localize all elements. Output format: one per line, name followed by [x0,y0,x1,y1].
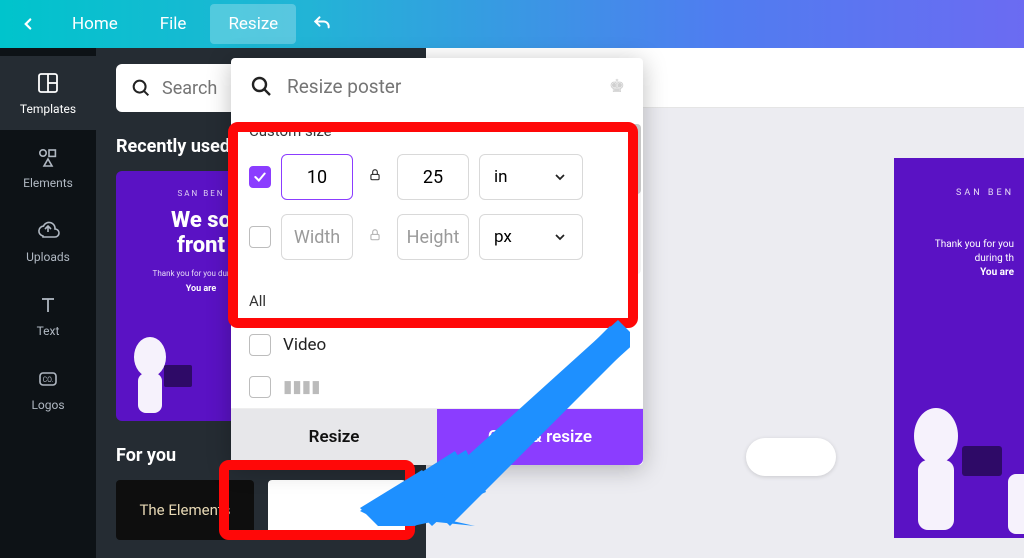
sidebar-item-elements[interactable]: Elements [0,130,96,204]
scrollbar[interactable] [631,124,641,274]
nav-file[interactable]: File [142,4,205,44]
height-input[interactable] [397,214,469,260]
width-input[interactable] [281,214,353,260]
elements-icon [35,144,61,170]
unit-select[interactable]: in [479,154,583,200]
copy-and-resize-button[interactable]: Copy & resize [437,409,643,465]
templates-icon [35,70,61,96]
poster-copy: Thank you for you during th You are [924,238,1014,280]
template-card[interactable] [268,480,406,540]
custom-size-row-2: px [249,214,625,260]
poster-brand: SAN BEN [924,188,1014,198]
svg-text:CO.: CO. [43,376,54,384]
sidebar-item-text[interactable]: Text [0,278,96,352]
height-input[interactable] [397,154,469,200]
search-icon [249,74,273,98]
sidebar-item-label: Elements [23,176,73,190]
width-input[interactable] [281,154,353,200]
sidebar-item-templates[interactable]: Templates [0,56,96,130]
all-label: All [249,292,625,310]
top-navbar: Home File Resize [0,0,1024,48]
sidebar-item-logos[interactable]: CO. Logos [0,352,96,426]
sidebar-item-label: Templates [20,102,76,116]
search-icon [130,77,152,99]
resize-actions: Resize Copy & resize [231,408,643,465]
lock-icon[interactable] [363,167,387,187]
sidebar-item-label: Uploads [26,250,70,264]
nav-resize[interactable]: Resize [210,4,296,44]
custom-size-label: Custom size [249,122,625,140]
chevron-down-icon [552,169,568,185]
lock-icon[interactable] [363,227,387,247]
undo-icon [312,14,332,34]
canvas-page[interactable]: SAN BEN Thank you for you during th You … [894,158,1024,538]
canvas-floating-pill[interactable] [746,438,836,476]
preset-checkbox[interactable] [249,376,271,398]
custom-size-row-1: in [249,154,625,200]
resize-search-input[interactable] [287,75,595,98]
nav-home[interactable]: Home [54,4,136,44]
resize-dropdown: ♚ Custom size in [231,58,643,465]
size-checkbox[interactable] [249,166,271,188]
left-sidebar: Templates Elements Uploads Text CO. Logo… [0,48,96,558]
logos-icon: CO. [35,366,61,392]
unit-select[interactable]: px [479,214,583,260]
resize-button[interactable]: Resize [231,409,437,465]
back-button[interactable] [8,4,48,44]
chevron-left-icon [19,15,37,33]
resize-search-row: ♚ [231,58,643,114]
preset-option[interactable]: ▮▮▮▮ [249,366,625,400]
chevron-down-icon [552,229,568,245]
scrollbar-thumb[interactable] [631,124,641,194]
preset-option-video[interactable]: Video [249,324,625,366]
sidebar-item-label: Logos [31,398,64,412]
crown-icon: ♚ [609,76,625,97]
check-icon [253,170,267,184]
resize-presets: All Video ▮▮▮▮ [231,282,643,408]
sidebar-item-label: Text [37,324,60,338]
preset-checkbox[interactable] [249,334,271,356]
undo-button[interactable] [302,4,342,44]
sidebar-item-uploads[interactable]: Uploads [0,204,96,278]
poster-illustration [894,364,1024,538]
text-icon [35,292,61,318]
uploads-icon [35,218,61,244]
size-checkbox[interactable] [249,226,271,248]
template-card[interactable]: The Elements [116,480,254,540]
